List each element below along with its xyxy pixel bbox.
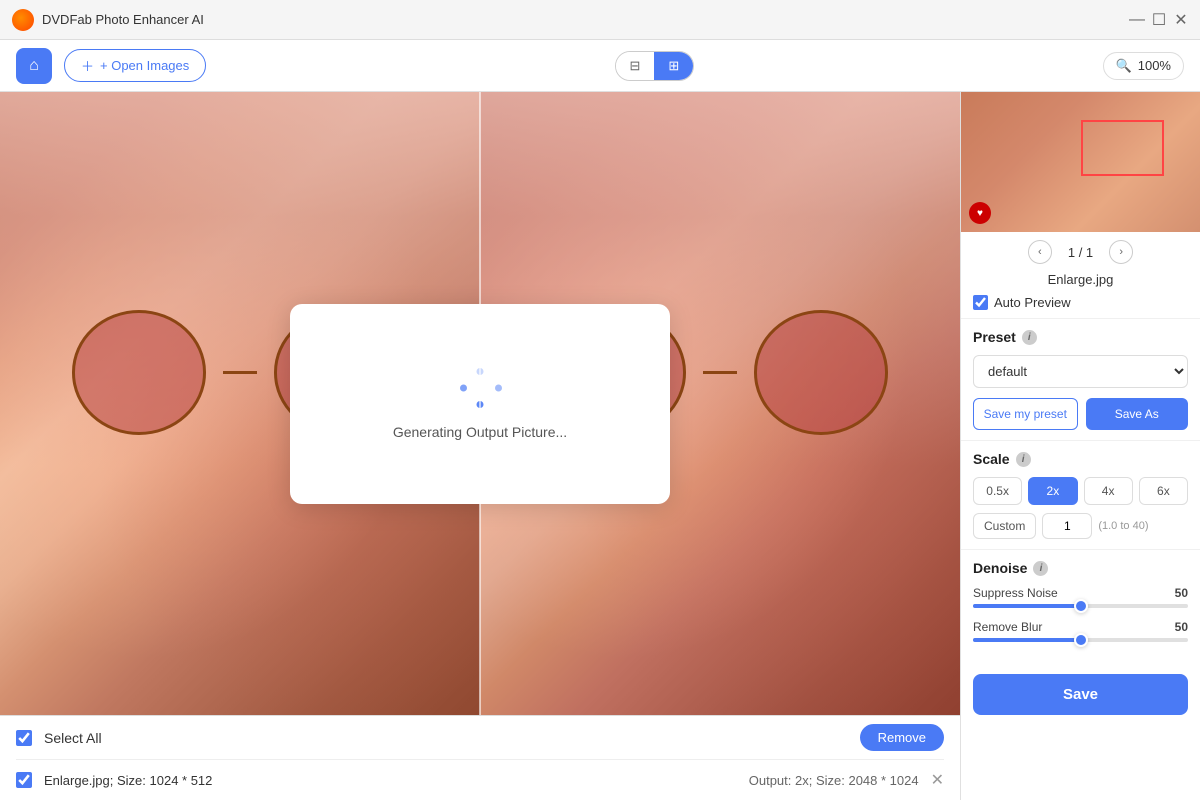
- titlebar: DVDFab Photo Enhancer AI — ☐ ✕: [0, 0, 1200, 40]
- page-info: 1 / 1: [1068, 245, 1093, 260]
- open-images-icon: ＋: [81, 56, 94, 75]
- image-area: Generating Output Picture... Select All …: [0, 92, 960, 800]
- file-output-label: Output: 2x; Size: 2048 * 1024: [749, 773, 919, 788]
- file-checkbox[interactable]: [16, 772, 32, 788]
- file-name-label: Enlarge.jpg; Size: 1024 * 512: [44, 773, 737, 788]
- scale-info-icon[interactable]: i: [1016, 452, 1031, 467]
- zoom-area: 🔍 100%: [1103, 52, 1184, 80]
- thumbnail-area: ♥: [961, 92, 1200, 232]
- remove-blur-value: 50: [1175, 620, 1188, 634]
- remove-blur-label: Remove Blur: [973, 620, 1042, 634]
- open-images-button[interactable]: ＋ + Open Images: [64, 49, 206, 82]
- file-list-item: Enlarge.jpg; Size: 1024 * 512 Output: 2x…: [16, 760, 944, 800]
- titlebar-left: DVDFab Photo Enhancer AI: [12, 9, 204, 31]
- preset-section: Preset i default portrait landscape cust…: [961, 318, 1200, 440]
- remove-button[interactable]: Remove: [860, 724, 944, 751]
- auto-preview-row: Auto Preview: [961, 291, 1200, 318]
- restore-button[interactable]: ☐: [1152, 13, 1166, 27]
- thumbnail-icon: ♥: [969, 202, 991, 224]
- auto-preview-label: Auto Preview: [994, 295, 1071, 310]
- remove-blur-thumb[interactable]: [1074, 633, 1088, 647]
- view-toggle: ⊟ ⊞: [615, 51, 695, 81]
- select-all-label: Select All: [44, 730, 102, 746]
- suppress-noise-fill: [973, 604, 1081, 608]
- nav-prev-button[interactable]: ‹: [1028, 240, 1052, 264]
- zoom-icon: 🔍: [1116, 58, 1132, 74]
- panel-filename: Enlarge.jpg: [961, 272, 1200, 291]
- toolbar-left: ⌂ ＋ + Open Images: [16, 48, 206, 84]
- scale-6x-button[interactable]: 6x: [1139, 477, 1188, 505]
- scale-4x-button[interactable]: 4x: [1084, 477, 1133, 505]
- preset-info-icon[interactable]: i: [1022, 330, 1037, 345]
- scale-custom-row: Custom (1.0 to 40): [973, 513, 1188, 539]
- filelist-bar: Select All Remove Enlarge.jpg; Size: 102…: [0, 715, 960, 800]
- close-button[interactable]: ✕: [1174, 13, 1188, 27]
- file-close-button[interactable]: ✕: [931, 770, 944, 790]
- page-total: 1: [1086, 245, 1093, 260]
- split-divider: [479, 92, 481, 715]
- denoise-section-title: Denoise i: [973, 560, 1188, 576]
- remove-blur-fill: [973, 638, 1081, 642]
- custom-scale-range: (1.0 to 40): [1098, 520, 1148, 532]
- filelist-header: Select All Remove: [16, 716, 944, 760]
- auto-preview-checkbox[interactable]: [973, 295, 988, 310]
- denoise-section: Denoise i Suppress Noise 50 Remove Blur …: [961, 549, 1200, 664]
- suppress-noise-value: 50: [1175, 586, 1188, 600]
- save-my-preset-button[interactable]: Save my preset: [973, 398, 1078, 430]
- window-controls: — ☐ ✕: [1130, 13, 1188, 27]
- preset-buttons: Save my preset Save As: [973, 398, 1188, 430]
- image-split: [0, 92, 960, 715]
- scale-2x-button[interactable]: 2x: [1028, 477, 1077, 505]
- scale-buttons: 0.5x 2x 4x 6x: [973, 477, 1188, 505]
- thumbnail-selection: [1081, 120, 1165, 176]
- remove-blur-slider[interactable]: [973, 638, 1188, 642]
- nav-next-button[interactable]: ›: [1109, 240, 1133, 264]
- custom-scale-button[interactable]: Custom: [973, 513, 1036, 539]
- suppress-noise-thumb[interactable]: [1074, 599, 1088, 613]
- thumbnail-navigation: ‹ 1 / 1 ›: [961, 232, 1200, 272]
- select-all-checkbox[interactable]: [16, 730, 32, 746]
- preset-dropdown[interactable]: default portrait landscape custom: [973, 355, 1188, 388]
- minimize-button[interactable]: —: [1130, 13, 1144, 27]
- page-current: 1: [1068, 245, 1075, 260]
- save-final-button[interactable]: Save: [973, 674, 1188, 715]
- scale-section-title: Scale i: [973, 451, 1188, 467]
- remove-blur-row: Remove Blur 50: [973, 620, 1188, 634]
- denoise-info-icon[interactable]: i: [1033, 561, 1048, 576]
- zoom-level: 100%: [1138, 58, 1171, 73]
- preset-section-title: Preset i: [973, 329, 1188, 345]
- page-separator: /: [1079, 245, 1086, 260]
- app-title: DVDFab Photo Enhancer AI: [42, 12, 204, 27]
- home-button[interactable]: ⌂: [16, 48, 52, 84]
- spinner-dot-2: [460, 384, 467, 391]
- save-as-button[interactable]: Save As: [1086, 398, 1189, 430]
- suppress-noise-label: Suppress Noise: [973, 586, 1058, 600]
- scale-section: Scale i 0.5x 2x 4x 6x Custom (1.0 to 40): [961, 440, 1200, 549]
- right-panel: ♥ ‹ 1 / 1 › Enlarge.jpg Auto Preview Pre…: [960, 92, 1200, 800]
- spinner-dot-3: [495, 384, 502, 391]
- main-layout: Generating Output Picture... Select All …: [0, 92, 1200, 800]
- suppress-noise-slider[interactable]: [973, 604, 1188, 608]
- view-split-button[interactable]: ⊟: [616, 52, 655, 80]
- toolbar: ⌂ ＋ + Open Images ⊟ ⊞ 🔍 100%: [0, 40, 1200, 92]
- suppress-noise-row: Suppress Noise 50: [973, 586, 1188, 600]
- app-logo: [12, 9, 34, 31]
- open-images-label: + Open Images: [100, 58, 189, 73]
- image-viewport: Generating Output Picture...: [0, 92, 960, 715]
- view-single-button[interactable]: ⊞: [654, 52, 693, 80]
- custom-scale-input[interactable]: [1042, 513, 1092, 539]
- scale-05x-button[interactable]: 0.5x: [973, 477, 1022, 505]
